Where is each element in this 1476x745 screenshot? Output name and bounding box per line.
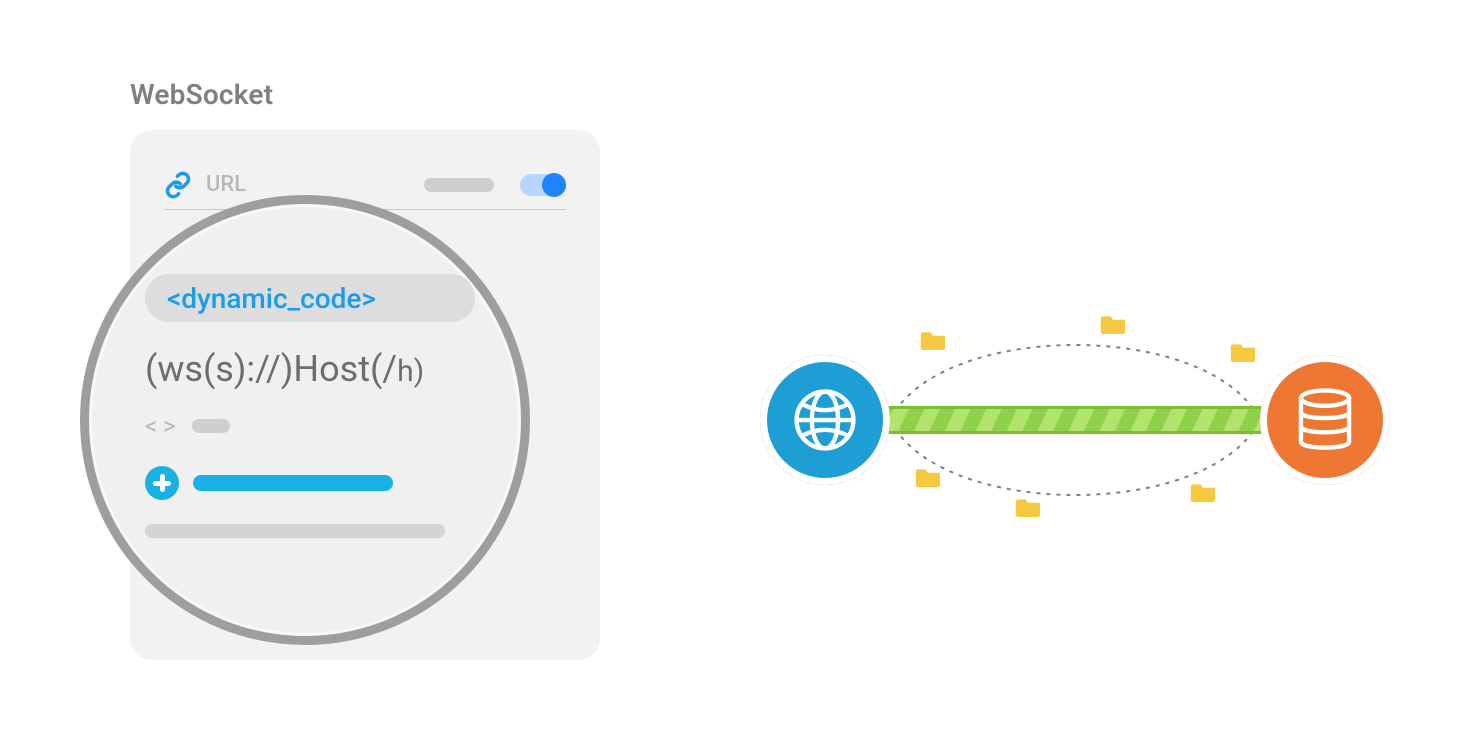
url-toggle[interactable] xyxy=(520,174,566,196)
link-icon xyxy=(164,171,192,199)
dynamic-code-chip-text: <dynamic_code> xyxy=(167,282,376,315)
client-node xyxy=(760,355,890,485)
packet-folder-icon xyxy=(920,328,948,350)
diagram-stage: WebSocket URL <dynamic_code> (ws(s)://)H… xyxy=(0,0,1476,745)
header-placeholder-pill xyxy=(424,178,494,192)
packet-folder-icon xyxy=(1190,480,1218,502)
secondary-placeholder-bar xyxy=(145,524,445,538)
packet-folder-icon xyxy=(915,465,943,487)
server-node xyxy=(1260,355,1390,485)
angle-brackets-row: < > xyxy=(145,412,477,440)
globe-icon xyxy=(790,385,860,455)
add-row xyxy=(145,466,477,500)
url-pattern-tail: h) xyxy=(397,354,424,389)
angle-placeholder-pill xyxy=(192,419,230,433)
angle-brackets-icon: < > xyxy=(145,412,176,440)
url-pattern: (ws(s)://)Host(/h) xyxy=(145,348,477,390)
duplex-channel-bar xyxy=(878,406,1272,434)
add-button[interactable] xyxy=(145,466,179,500)
packet-folder-icon xyxy=(1100,312,1128,334)
diagram-title: WebSocket xyxy=(130,78,273,111)
toggle-knob xyxy=(542,173,566,197)
add-label-bar xyxy=(193,475,393,491)
connection-diagram xyxy=(760,300,1390,540)
packet-folder-icon xyxy=(1230,340,1258,362)
dynamic-code-chip[interactable]: <dynamic_code> xyxy=(145,274,475,322)
database-icon xyxy=(1290,385,1360,455)
url-label: URL xyxy=(206,172,410,197)
magnifier-lens: <dynamic_code> (ws(s)://)Host(/h) < > xyxy=(80,195,530,645)
packet-folder-icon xyxy=(1015,495,1043,517)
url-pattern-main: (ws(s)://)Host(/ xyxy=(145,348,397,390)
